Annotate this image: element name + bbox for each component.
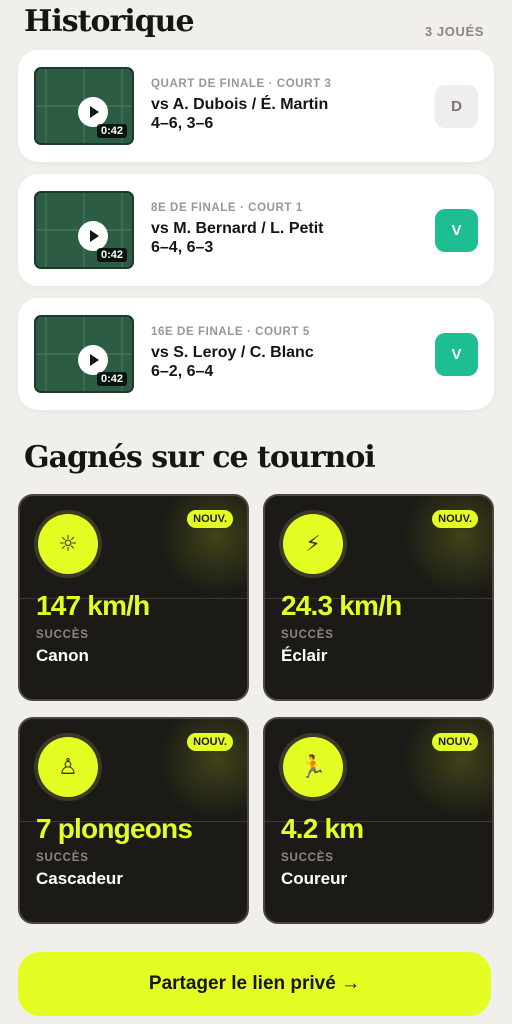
new-badge: NOUV. [187, 510, 233, 528]
history-header: Historique 3 JOUÉS [24, 2, 488, 42]
match-opponent: vs M. Bernard / L. Petit [151, 220, 324, 237]
video-duration: 0:42 [96, 372, 127, 386]
history-title: Historique [24, 4, 195, 39]
match-score: 4–6, 3–6 [151, 115, 214, 132]
achievement-icon-ring: 🏃 [279, 733, 347, 801]
achievement-name: Canon [36, 646, 89, 665]
achievement-value: 24.3 km/h [281, 590, 402, 621]
achievement-value: 7 plongeons [36, 813, 193, 844]
match-round: QUART DE FINALE · COURT 3 [151, 78, 332, 90]
played-count: 3 JOUÉS [424, 24, 484, 39]
play-icon [90, 354, 99, 366]
achievement-card-canon[interactable]: ☼ NOUV. 147 km/h SUCCÈS Canon [18, 494, 249, 701]
earned-title: Gagnés sur ce tournoi [24, 440, 376, 475]
sun-icon: ☼ [38, 514, 98, 574]
lightning-icon: ⚡ [283, 514, 343, 574]
match-video-thumbnail[interactable]: 0:42 [34, 67, 134, 145]
achievement-icon-ring: ☼ [34, 510, 102, 578]
achievement-kind: SUCCÈS [281, 629, 334, 641]
match-video-thumbnail[interactable]: 0:42 [34, 315, 134, 393]
match-round: 8E DE FINALE · COURT 1 [151, 202, 303, 214]
play-button[interactable] [78, 221, 108, 251]
achievement-value: 147 km/h [36, 590, 150, 621]
match-round: 16E DE FINALE · COURT 5 [151, 326, 310, 338]
result-badge-victory: V [435, 333, 478, 376]
achievement-name: Éclair [281, 646, 328, 665]
achievement-card-cascadeur[interactable]: ♙ NOUV. 7 plongeons SUCCÈS Cascadeur [18, 717, 249, 924]
achievement-card-coureur[interactable]: 🏃 NOUV. 4.2 km SUCCÈS Coureur [263, 717, 494, 924]
match-card[interactable]: 0:42 16E DE FINALE · COURT 5 vs S. Leroy… [18, 298, 494, 410]
play-button[interactable] [78, 345, 108, 375]
new-badge: NOUV. [187, 733, 233, 751]
video-duration: 0:42 [96, 248, 127, 262]
match-opponent: vs S. Leroy / C. Blanc [151, 344, 314, 361]
match-score: 6–4, 6–3 [151, 239, 214, 256]
new-badge: NOUV. [432, 510, 478, 528]
achievement-icon-ring: ⚡ [279, 510, 347, 578]
achievement-card-eclair[interactable]: ⚡ NOUV. 24.3 km/h SUCCÈS Éclair [263, 494, 494, 701]
diver-icon: ♙ [38, 737, 98, 797]
video-duration: 0:42 [96, 124, 127, 138]
play-button[interactable] [78, 97, 108, 127]
result-badge-defeat: D [435, 85, 478, 128]
play-icon [90, 230, 99, 242]
achievement-name: Coureur [281, 869, 348, 888]
achievement-kind: SUCCÈS [36, 629, 89, 641]
achievement-kind: SUCCÈS [281, 852, 334, 864]
achievement-value: 4.2 km [281, 813, 364, 844]
match-card[interactable]: 0:42 QUART DE FINALE · COURT 3 vs A. Dub… [18, 50, 494, 162]
match-card[interactable]: 0:42 8E DE FINALE · COURT 1 vs M. Bernar… [18, 174, 494, 286]
new-badge: NOUV. [432, 733, 478, 751]
result-badge-victory: V [435, 209, 478, 252]
play-icon [90, 106, 99, 118]
match-opponent: vs A. Dubois / É. Martin [151, 96, 329, 113]
achievement-icon-ring: ♙ [34, 733, 102, 801]
achievement-name: Cascadeur [36, 869, 123, 888]
share-private-link-button[interactable]: Partager le lien privé → [18, 952, 491, 1016]
achievement-kind: SUCCÈS [36, 852, 89, 864]
match-video-thumbnail[interactable]: 0:42 [34, 191, 134, 269]
match-score: 6–2, 6–4 [151, 363, 214, 380]
runner-icon: 🏃 [283, 737, 343, 797]
